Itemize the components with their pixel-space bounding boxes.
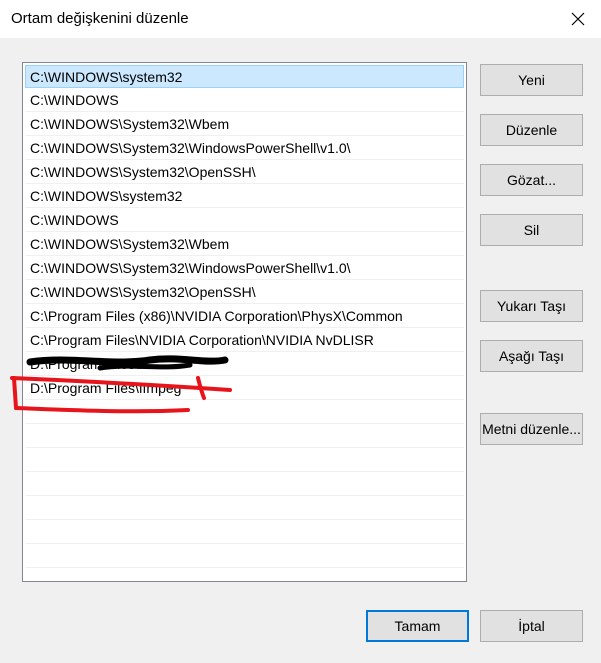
list-item[interactable]: C:\Program Files (x86)\NVIDIA Corporatio… [25,305,464,328]
list-item[interactable]: C:\WINDOWS\System32\Wbem [25,113,464,136]
path-list[interactable]: C:\WINDOWS\system32 C:\WINDOWS C:\WINDOW… [22,62,467,582]
empty-row [25,425,464,448]
move-up-button[interactable]: Yukarı Taşı [480,290,583,322]
list-item[interactable]: C:\WINDOWS\system32 [25,185,464,208]
empty-row [25,449,464,472]
move-down-button[interactable]: Aşağı Taşı [480,340,583,372]
list-item[interactable]: C:\WINDOWS\system32 [25,65,464,88]
list-item[interactable]: C:\WINDOWS [25,209,464,232]
ok-button[interactable]: Tamam [366,610,469,642]
delete-button[interactable]: Sil [480,214,583,246]
list-item[interactable]: C:\WINDOWS\System32\OpenSSH\ [25,161,464,184]
cancel-button[interactable]: İptal [480,610,583,642]
empty-row [25,401,464,424]
window-title: Ortam değişkenini düzenle [11,10,189,27]
close-icon [571,12,585,26]
edit-text-button[interactable]: Metni düzenle... [480,413,583,445]
empty-row [25,521,464,544]
close-button[interactable] [555,0,601,38]
empty-row [25,497,464,520]
edit-button[interactable]: Düzenle [480,114,583,146]
empty-row [25,473,464,496]
list-item[interactable]: C:\Program Files\NVIDIA Corporation\NVID… [25,329,464,352]
browse-button[interactable]: Gözat... [480,164,583,196]
list-item[interactable]: D:\Program Files\... [25,353,464,376]
list-item[interactable]: C:\WINDOWS\System32\WindowsPowerShell\v1… [25,257,464,280]
list-item[interactable]: C:\WINDOWS\System32\Wbem [25,233,464,256]
empty-row [25,545,464,568]
new-button[interactable]: Yeni [480,64,583,96]
list-item[interactable]: D:\Program Files\ffmpeg [25,377,464,400]
list-item[interactable]: C:\WINDOWS [25,89,464,112]
title-bar: Ortam değişkenini düzenle [0,0,601,38]
list-item[interactable]: C:\WINDOWS\System32\WindowsPowerShell\v1… [25,137,464,160]
list-item[interactable]: C:\WINDOWS\System32\OpenSSH\ [25,281,464,304]
